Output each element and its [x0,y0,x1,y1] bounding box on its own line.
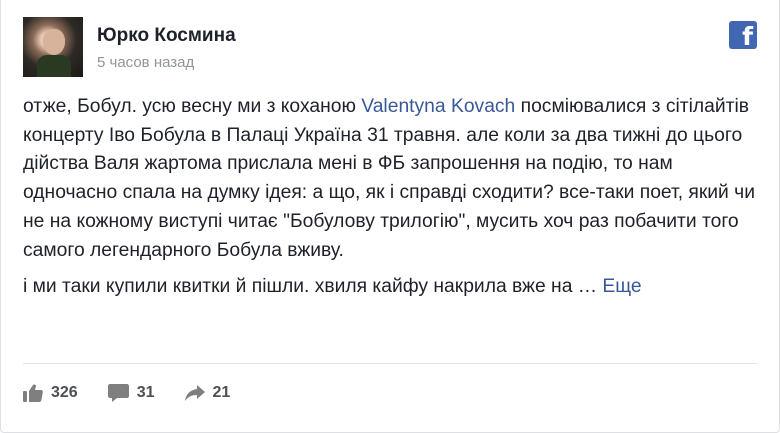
facebook-f-icon[interactable]: f [729,21,757,49]
actions-divider [23,363,757,364]
paragraph-1-lead: отже, Бобул. усю весну ми з коханою [23,96,362,117]
post-paragraph-2: і ми таки купили квитки й пішли. хвиля к… [23,273,763,302]
author-name[interactable]: Юрко Космина [97,25,236,47]
mention-link[interactable]: Valentyna Kovach [361,96,515,117]
comment-count: 31 [136,384,155,401]
author-avatar[interactable] [23,17,83,77]
like-count: 326 [51,384,78,401]
paragraph-1-rest: посміювалися з сітілайтів концерту Іво Б… [23,96,755,261]
share-action[interactable]: 21 [184,384,231,402]
avatar-face [43,29,65,55]
post-actions: 326 31 21 [23,384,260,402]
see-more-link[interactable]: Еще [602,276,641,297]
post-body: отже, Бобул. усю весну ми з коханою Vale… [23,93,763,302]
thumbs-up-icon [23,384,43,402]
avatar-shirt [37,55,71,77]
share-arrow-icon [184,385,205,401]
share-count: 21 [212,384,231,401]
comment-action[interactable]: 31 [107,384,155,402]
paragraph-2-text: і ми таки купили квитки й пішли. хвиля к… [23,276,603,298]
speech-bubble-icon [107,384,129,402]
post-timestamp[interactable]: 5 часов назад [97,54,194,71]
post-paragraph-1: отже, Бобул. усю весну ми з коханою Vale… [23,93,763,265]
facebook-post-embed: Юрко Космина 5 часов назад f отже, Бобул… [0,0,780,433]
like-action[interactable]: 326 [23,384,78,402]
